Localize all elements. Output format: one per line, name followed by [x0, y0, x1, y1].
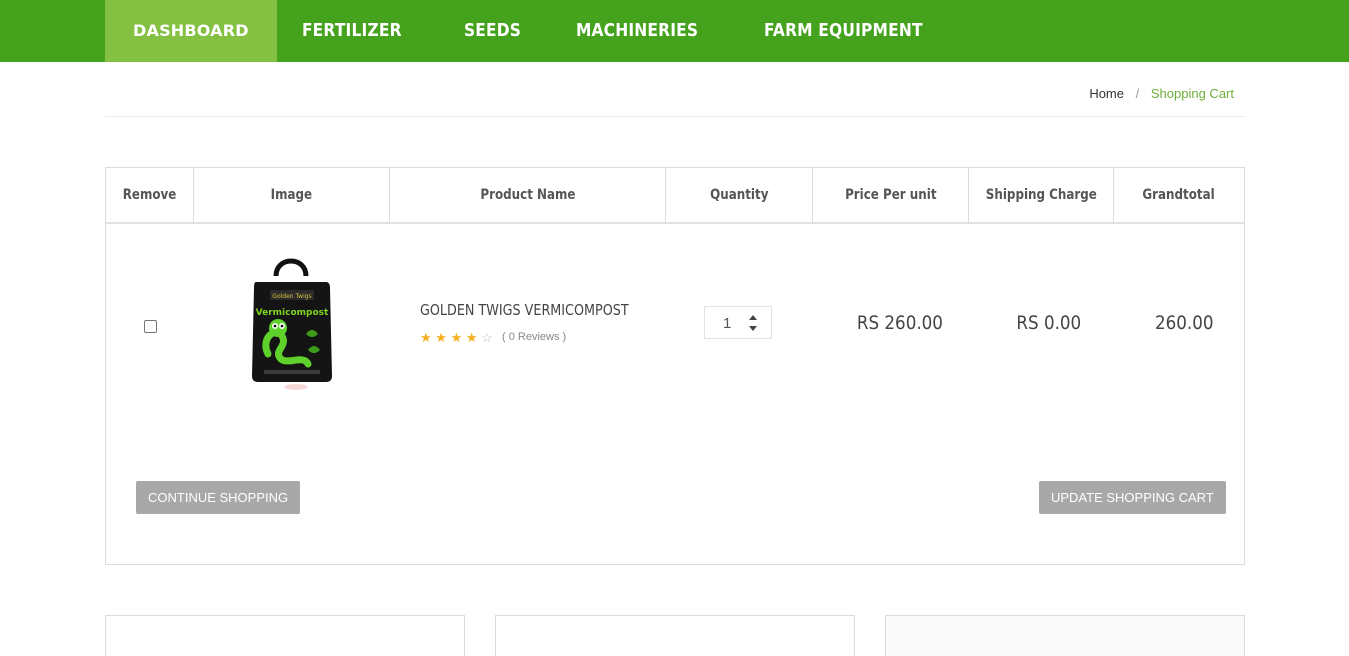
nav-item-fertilizer[interactable]: FERTILIZER — [277, 0, 427, 62]
summary-box — [885, 615, 1245, 656]
product-image-label: Vermicompost — [256, 308, 329, 318]
continue-shopping-button[interactable]: CONTINUE SHOPPING — [136, 481, 301, 514]
nav-item-machineries[interactable]: MACHINERIES — [551, 0, 723, 62]
star-filled-icon: ★ — [465, 330, 478, 345]
price-per-unit: RS 260.00 — [856, 312, 943, 334]
divider — [105, 116, 1245, 117]
breadcrumb-separator: / — [1135, 86, 1140, 101]
product-image: Golden Twigs Vermicompost — [252, 258, 332, 390]
cart-table: Remove Image Product Name Quantity Price… — [105, 167, 1245, 565]
product-name-link[interactable]: GOLDEN TWIGS VERMICOMPOST — [420, 301, 629, 319]
quantity-value[interactable]: 1 — [723, 315, 731, 332]
review-count[interactable]: ( 0 Reviews ) — [502, 331, 566, 343]
summary-box — [105, 615, 465, 656]
header-price-per-unit: Price Per unit — [813, 168, 969, 222]
header-grandtotal: Grandtotal — [1142, 187, 1216, 203]
nav-item-farm-equipment[interactable]: FARM EQUIPMENT — [739, 0, 948, 62]
star-filled-icon: ★ — [435, 330, 447, 345]
grandtotal: 260.00 — [1154, 312, 1214, 334]
breadcrumb-current: Shopping Cart — [1150, 86, 1234, 101]
increment-arrow-icon[interactable] — [749, 315, 757, 320]
header-remove: Remove — [106, 168, 194, 222]
nav-item-dashboard[interactable]: DASHBOARD — [105, 0, 277, 62]
decrement-arrow-icon[interactable] — [749, 326, 757, 331]
nav-menu: DASHBOARD FERTILIZER SEEDS MACHINERIES F… — [105, 0, 970, 62]
breadcrumb-home-link[interactable]: Home — [1089, 86, 1124, 101]
star-filled-icon: ★ — [450, 330, 463, 345]
header-shipping-charge: Shipping Charge — [969, 168, 1114, 222]
summary-box — [495, 615, 855, 656]
header-quantity: Quantity — [666, 168, 813, 222]
product-rating: ★ ★ ★ ★ ☆ — [420, 330, 493, 346]
star-filled-icon: ★ — [420, 330, 432, 345]
quantity-stepper[interactable]: 1 — [704, 306, 772, 339]
nav-item-seeds[interactable]: SEEDS — [439, 0, 546, 62]
table-row: Golden Twigs Vermicompost GOLDEN TWIGS V… — [106, 224, 1244, 424]
svg-text:Golden Twigs: Golden Twigs — [272, 293, 311, 300]
star-empty-icon: ☆ — [481, 330, 493, 345]
header-image: Image — [194, 168, 390, 222]
header-product-name: Product Name — [390, 168, 666, 222]
shipping-charge: RS 0.00 — [1016, 312, 1082, 334]
table-header: Remove Image Product Name Quantity Price… — [106, 168, 1244, 224]
top-navigation: DASHBOARD FERTILIZER SEEDS MACHINERIES F… — [0, 0, 1349, 62]
breadcrumb: Home / Shopping Cart — [1089, 86, 1234, 101]
remove-checkbox[interactable] — [144, 320, 157, 333]
update-shopping-cart-button[interactable]: UPDATE SHOPPING CART — [1039, 481, 1226, 514]
